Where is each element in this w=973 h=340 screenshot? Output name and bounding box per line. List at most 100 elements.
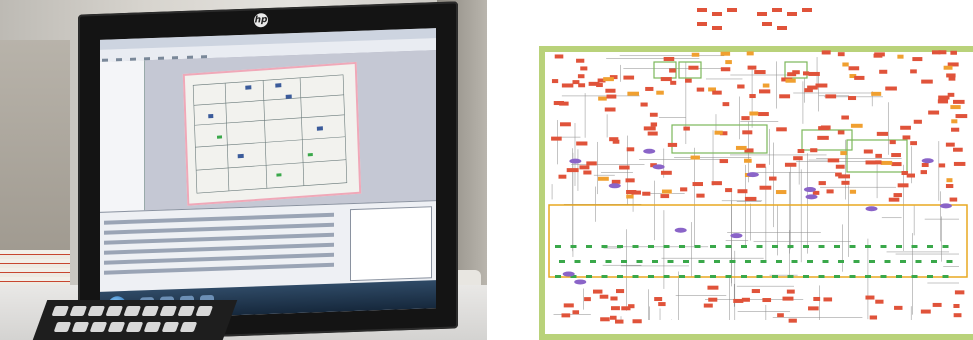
pathway-node: [777, 313, 784, 318]
pathway-node: [648, 275, 654, 278]
pathway-node: [663, 56, 675, 61]
pathway-node: [927, 245, 933, 248]
pathway-node: [691, 52, 700, 57]
pathway-node: [947, 92, 955, 97]
pathway-node: [645, 86, 654, 91]
pathway-node: [915, 260, 922, 263]
pathway-node: [891, 162, 902, 167]
pathway-node: [741, 116, 750, 121]
pathway-node: [955, 114, 968, 119]
compartment-box: [678, 61, 702, 79]
pathway-node: [727, 8, 737, 12]
pathway-node: [719, 159, 729, 164]
pathway-sheet-thumbnail: [182, 61, 362, 206]
pathway-node: [617, 245, 623, 248]
side-panel: [100, 60, 145, 212]
pathway-node: [875, 153, 882, 158]
pathway-node: [597, 176, 609, 181]
pathway-node: [911, 245, 918, 248]
pathway-node: [690, 155, 700, 160]
pathway-node: [683, 126, 690, 131]
pathway-node: [931, 260, 937, 263]
pathway-node: [669, 68, 676, 73]
pathway-node: [756, 245, 763, 248]
pathway-node: [570, 245, 577, 248]
pathway-node: [835, 164, 845, 169]
pathway-node: [759, 185, 772, 190]
pathway-node: [772, 275, 778, 278]
pathway-node: [889, 140, 896, 145]
pathway-node: [849, 275, 856, 278]
pathway-node: [555, 245, 561, 248]
pathway-node: [769, 176, 777, 181]
pathway-node: [741, 297, 750, 302]
pathway-node: [697, 22, 707, 26]
sheet-sketch: [192, 74, 348, 194]
properties-box: [350, 206, 432, 282]
pathway-node: [654, 297, 663, 302]
pathway-node: [754, 70, 766, 75]
pathway-node: [762, 298, 772, 303]
pathway-node: [787, 275, 794, 278]
pathway-node: [893, 193, 902, 198]
pathway-node: [707, 285, 719, 290]
pathway-node: [725, 275, 732, 278]
pathway-node: [838, 260, 844, 263]
pathway-node: [604, 107, 616, 112]
pathway-node: [785, 78, 796, 83]
pathway-node: [733, 298, 744, 303]
keyboard: [32, 300, 238, 340]
pathway-node: [599, 294, 609, 299]
pathway-node: [729, 260, 736, 263]
pathway-node: [849, 189, 857, 194]
pathway-node: [813, 296, 821, 301]
pathway-node: [621, 306, 631, 311]
pathway-node: [643, 148, 656, 154]
pathway-node: [572, 310, 580, 315]
pathway-node: [810, 148, 818, 153]
pathway-node: [943, 65, 953, 70]
pathway-node: [782, 296, 794, 301]
pathway-node: [822, 260, 829, 263]
pathway-node: [927, 275, 933, 278]
pathway-node: [953, 313, 962, 318]
pathway-node: [703, 303, 713, 308]
pathway-node: [815, 83, 828, 88]
pathway-node: [850, 123, 863, 128]
pathway-node: [679, 245, 685, 248]
pathway-node: [562, 271, 575, 277]
pathway-node: [559, 260, 565, 263]
pathway-node: [749, 94, 756, 99]
pathway-node: [913, 119, 922, 124]
pathway-node: [849, 245, 856, 248]
pathway-node: [821, 50, 831, 55]
pathway-node: [605, 88, 616, 93]
pathway-node: [835, 172, 842, 177]
pathway-node: [601, 245, 608, 248]
pathway-node: [625, 178, 635, 183]
pathway-node: [574, 279, 587, 285]
pathway-node: [640, 102, 648, 107]
pathway-node: [848, 96, 857, 101]
pathway-node: [808, 71, 820, 76]
pathway-node: [674, 227, 687, 233]
pathway-node: [949, 197, 958, 202]
pathway-node: [615, 289, 625, 294]
pathway-node: [928, 110, 940, 115]
pathway-node: [837, 130, 845, 135]
pathway-node: [603, 77, 614, 82]
pathway-node: [812, 190, 820, 195]
pathway-node: [600, 317, 610, 322]
pathway-node: [854, 75, 865, 80]
pathway-node: [712, 12, 722, 16]
pathway-node: [749, 111, 759, 116]
pathway-node: [626, 147, 635, 152]
pathway-node: [619, 165, 630, 170]
pathway-node: [888, 197, 900, 202]
pathway-node: [841, 180, 850, 185]
pathway-node: [834, 245, 840, 248]
pathway-node: [920, 170, 927, 175]
pathway-node: [642, 191, 651, 196]
pathway-node: [848, 66, 860, 71]
pathway-node: [698, 260, 705, 263]
